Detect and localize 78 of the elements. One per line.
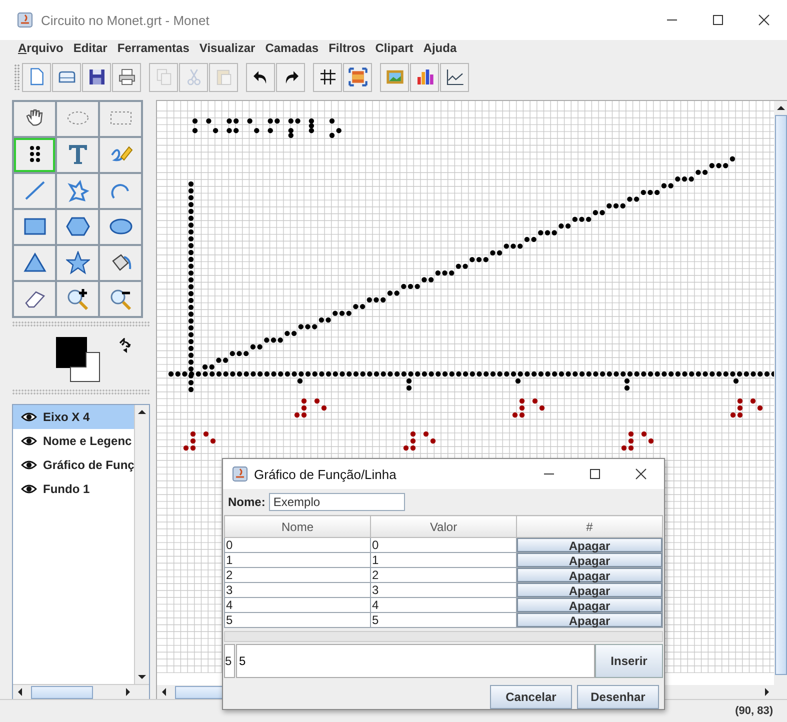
vertical-scrollbar[interactable]	[134, 405, 150, 684]
background-color-swatch[interactable]	[70, 352, 100, 382]
delete-button[interactable]: Apagar	[517, 583, 662, 597]
table-cell[interactable]: 0	[370, 538, 516, 552]
menu-item[interactable]: Visualizar	[199, 41, 256, 55]
hexagon-icon	[66, 215, 90, 239]
delete-button[interactable]: Apagar	[517, 568, 662, 582]
star-icon	[66, 251, 90, 275]
save-icon	[86, 67, 106, 87]
table-cell[interactable]: 5	[370, 612, 516, 628]
print-icon	[116, 67, 136, 87]
delete-button[interactable]: Apagar	[517, 553, 662, 567]
scrollbar-thumb[interactable]	[31, 686, 93, 698]
draw-button[interactable]: Desenhar	[577, 685, 659, 709]
column-header[interactable]: Valor	[370, 516, 516, 538]
fit-icon	[348, 67, 368, 87]
eye-icon[interactable]	[21, 412, 37, 422]
tool-button[interactable]	[14, 138, 55, 172]
table-cell[interactable]: 2	[370, 568, 516, 582]
menu-item[interactable]: Camadas	[265, 41, 319, 55]
table-cell[interactable]: 5	[224, 612, 370, 628]
triangle-icon	[22, 251, 46, 275]
table-cell[interactable]: 4	[224, 598, 370, 612]
menu-item[interactable]: Ferramentas	[117, 41, 190, 55]
toolbar-button[interactable]	[82, 62, 111, 92]
layer-item[interactable]: Gráfico de Funç	[13, 453, 134, 477]
index-field[interactable]: 5	[224, 644, 235, 678]
layer-item[interactable]: Fundo 1	[13, 477, 134, 501]
eye-icon[interactable]	[21, 484, 37, 494]
table-cell[interactable]: 1	[224, 552, 370, 568]
toolbar-button[interactable]	[440, 62, 469, 92]
delete-button[interactable]: Apagar	[517, 598, 662, 612]
grid-icon	[318, 67, 338, 87]
zoom-out-icon	[108, 287, 132, 311]
value-field[interactable]: 5	[236, 644, 595, 678]
horizontal-scrollbar[interactable]	[13, 684, 150, 699]
table-scrollbar[interactable]	[224, 631, 663, 642]
app-icon	[232, 466, 248, 482]
swap-icon[interactable]	[118, 338, 131, 354]
menu-item[interactable]: Filtros	[328, 41, 366, 55]
menu-item[interactable]: Clipart	[375, 41, 414, 55]
table-cell[interactable]: 3	[370, 582, 516, 598]
cursor-coordinates: (90, 83)	[735, 705, 773, 717]
eye-icon[interactable]	[21, 436, 37, 446]
table-cell[interactable]: 0	[224, 538, 370, 552]
name-label: Nome:	[228, 495, 266, 509]
foreground-color-swatch[interactable]	[56, 337, 87, 368]
toolbar-button[interactable]	[313, 62, 342, 92]
menu-item[interactable]: Arquivo	[18, 41, 64, 55]
layer-name: Gráfico de Funç	[43, 458, 134, 472]
table-cell[interactable]: 4	[370, 598, 516, 612]
column-header[interactable]: #	[516, 516, 662, 538]
app-icon	[17, 12, 33, 28]
layer-item[interactable]: Nome e Legenc	[13, 429, 134, 453]
column-header[interactable]: Nome	[224, 516, 370, 538]
delete-button[interactable]: Apagar	[517, 613, 662, 627]
cancel-button[interactable]: Cancelar	[490, 685, 572, 709]
linechart-icon	[444, 67, 464, 87]
table-cell[interactable]: 3	[224, 582, 370, 598]
layer-name: Nome e Legenc	[43, 434, 132, 448]
barchart-icon	[414, 67, 434, 87]
toolbar-button[interactable]	[246, 62, 275, 92]
menu-item[interactable]: Ajuda	[423, 41, 457, 55]
table-cell[interactable]: 2	[224, 568, 370, 582]
insert-button[interactable]: Inserir	[595, 644, 663, 678]
freeform-icon	[66, 179, 90, 203]
layer-name: Fundo 1	[43, 482, 90, 496]
toolbar-button[interactable]	[276, 62, 305, 92]
table-cell[interactable]: 1	[370, 552, 516, 568]
name-field[interactable]: Exemplo	[269, 493, 406, 511]
menu-item[interactable]: Editar	[73, 41, 108, 55]
delete-button[interactable]: Apagar	[517, 538, 662, 552]
layer-item[interactable]: Eixo X 4	[13, 405, 134, 429]
zoom-in-icon	[66, 287, 90, 311]
window-title: Circuito no Monet.grt - Monet	[41, 12, 210, 28]
layer-name: Eixo X 4	[43, 410, 90, 424]
eye-icon[interactable]	[21, 460, 37, 470]
dialog-title: Gráfico de Função/Linha	[254, 466, 398, 482]
